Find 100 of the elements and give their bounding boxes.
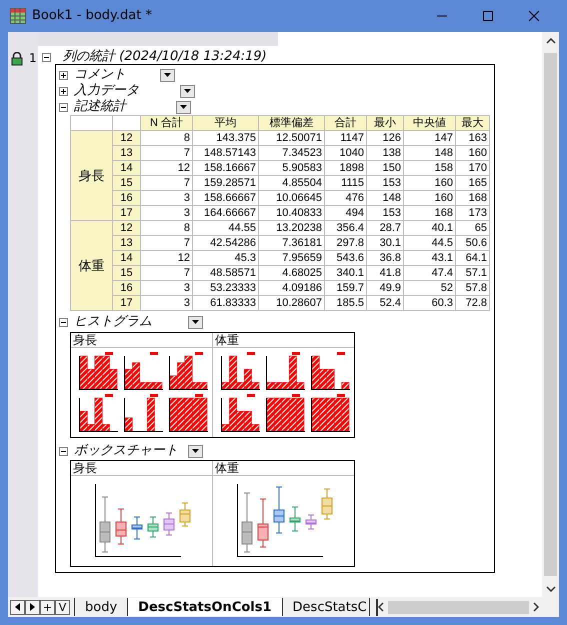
table-cell: 163 [456, 130, 490, 146]
right-triangle-icon [30, 603, 35, 611]
window-title: Book1 - body.dat * [32, 7, 153, 26]
table-cell: 4.85504 [258, 176, 324, 190]
next-sheet-button[interactable] [25, 600, 40, 614]
expand-toggle[interactable] [42, 52, 51, 62]
row-label: 15 [112, 176, 140, 190]
table-cell: 45.3 [192, 250, 258, 266]
table-cell: 30.1 [366, 236, 404, 250]
sheet-tab[interactable]: DescStatsOnCols1 [127, 598, 282, 616]
box-plot [290, 506, 300, 532]
table-cell: 356.4 [324, 220, 366, 236]
row-label: 17 [112, 206, 140, 220]
table-cell: 42.54286 [192, 236, 258, 250]
expand-toggle[interactable] [59, 102, 68, 112]
row-label: 16 [112, 190, 140, 206]
column-header: 中央値 [404, 116, 456, 130]
dropdown-button[interactable] [180, 84, 195, 98]
box-plot [180, 502, 190, 526]
table-cell: 72.8 [456, 296, 490, 310]
panel-header: 体重 [213, 333, 354, 348]
row-number: 1 [29, 50, 37, 67]
table-cell: 10.28607 [258, 296, 324, 310]
add-sheet-button[interactable]: + [40, 600, 55, 614]
table-cell: 3 [140, 296, 192, 310]
caret-icon [192, 320, 199, 324]
column-header: 最大 [456, 116, 490, 130]
box-plot [242, 492, 252, 552]
table-cell: 28.7 [366, 220, 404, 236]
sheet-menu-button[interactable]: V [55, 600, 70, 614]
panel-header: 身長 [71, 461, 212, 476]
table-cell: 147 [404, 130, 456, 146]
section-title: ヒストグラム [74, 313, 153, 332]
section-title: ボックスチャート [74, 442, 179, 460]
column-header: N 合計 [140, 116, 192, 130]
table-cell: 153 [366, 176, 404, 190]
box-plot [258, 498, 268, 548]
row-label: 17 [112, 296, 140, 310]
box-plot [274, 486, 284, 534]
table-cell: 7.36181 [258, 236, 324, 250]
table-cell: 1898 [324, 160, 366, 176]
scrollbar-thumb[interactable] [544, 53, 557, 576]
expand-toggle[interactable] [59, 86, 68, 96]
table-cell: 297.8 [324, 236, 366, 250]
previous-sheet-button[interactable] [10, 600, 25, 614]
sheet-tab[interactable]: DescStatsC [282, 598, 370, 616]
table-cell: 64.1 [456, 250, 490, 266]
report-title: 列の統計 (2024/10/18 13:24:19) [63, 48, 267, 66]
expand-toggle[interactable] [59, 70, 68, 80]
caret-icon [164, 73, 171, 77]
panel-header: 身長 [71, 333, 212, 348]
table-cell: 52.4 [366, 296, 404, 310]
table-cell: 153 [366, 206, 404, 220]
row-label: 13 [112, 146, 140, 160]
table-cell: 4.68025 [258, 266, 324, 280]
table-cell: 158 [404, 160, 456, 176]
dropdown-button[interactable] [160, 68, 175, 82]
scroll-down-icon[interactable] [546, 586, 556, 592]
expand-toggle[interactable] [59, 446, 68, 456]
dropdown-button[interactable] [188, 444, 203, 458]
table-cell: 165 [456, 176, 490, 190]
scroll-right-icon[interactable] [533, 602, 539, 612]
spreadsheet-icon [10, 8, 26, 24]
column-header: 最小 [366, 116, 404, 130]
expand-toggle[interactable] [59, 318, 68, 326]
table-cell: 340.1 [324, 266, 366, 280]
caret-icon [180, 105, 187, 109]
table-cell: 138 [366, 146, 404, 160]
table-cell: 47.4 [404, 266, 456, 280]
maximize-icon[interactable] [483, 11, 493, 21]
box-plot [148, 516, 158, 538]
scroll-left-icon[interactable] [378, 602, 384, 612]
row-label: 16 [112, 280, 140, 296]
box-plot [306, 514, 316, 530]
table-cell: 40.1 [404, 220, 456, 236]
table-cell: 61.83333 [192, 296, 258, 310]
table-cell: 60.3 [404, 296, 456, 310]
section-title: 入力データ [74, 82, 140, 99]
table-cell: 1147 [324, 130, 366, 146]
dropdown-button[interactable] [188, 316, 203, 328]
table-cell: 158.16667 [192, 160, 258, 176]
dropdown-button[interactable] [176, 100, 191, 114]
table-cell: 476 [324, 190, 366, 206]
table-cell: 4.09186 [258, 280, 324, 296]
table-cell: 170 [456, 160, 490, 176]
table-cell: 7 [140, 266, 192, 280]
column-header: 合計 [324, 116, 366, 130]
scroll-up-icon[interactable] [546, 38, 556, 44]
close-icon[interactable] [529, 11, 539, 21]
row-label: 14 [112, 160, 140, 176]
column-header: 平均 [192, 116, 258, 130]
table-cell: 44.5 [404, 236, 456, 250]
table-cell: 36.8 [366, 250, 404, 266]
table-cell: 159.28571 [192, 176, 258, 190]
table-cell: 7 [140, 146, 192, 160]
table-cell: 57.8 [456, 280, 490, 296]
box-plot [164, 512, 174, 536]
table-cell: 168 [404, 206, 456, 220]
scrollbar-thumb[interactable] [388, 600, 529, 614]
table-cell: 148 [366, 190, 404, 206]
